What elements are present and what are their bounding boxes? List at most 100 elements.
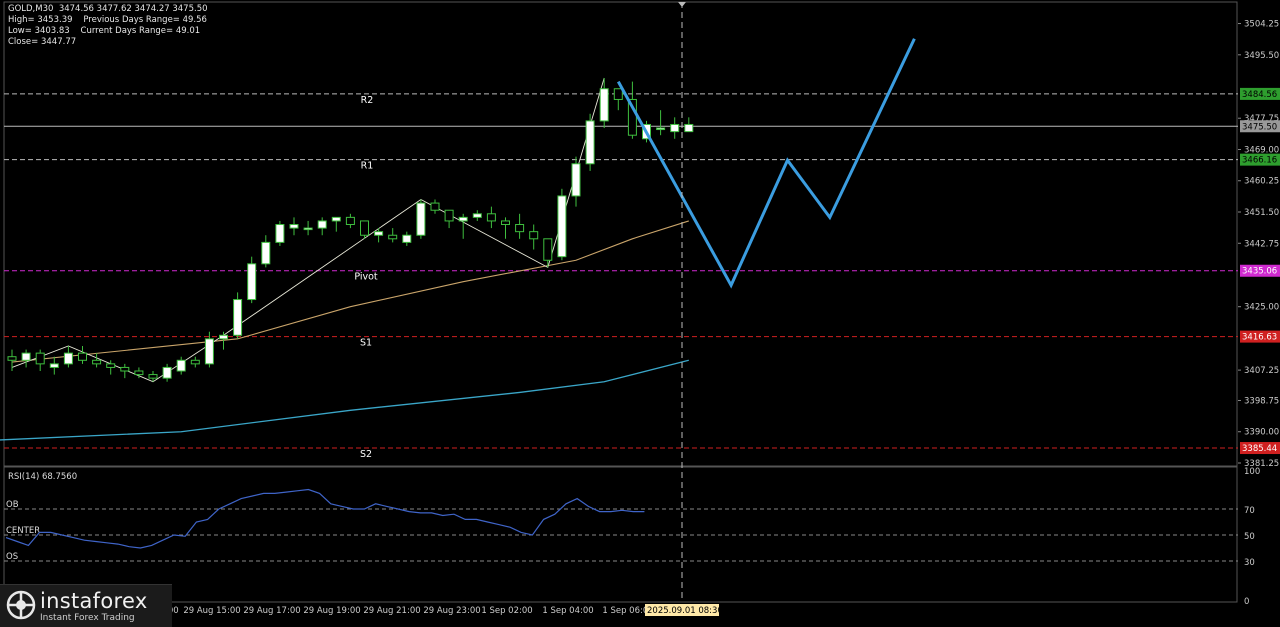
price-tick-label: 3504.25: [1244, 20, 1279, 30]
candle-body: [7, 356, 17, 361]
candle-body: [599, 88, 609, 122]
level-label-s1: S1: [360, 338, 372, 349]
candle: [275, 220, 285, 246]
time-tick-label: 29 Aug 23:00: [423, 606, 480, 616]
candle-body: [289, 224, 299, 229]
price-tag-label: 3484.56: [1242, 90, 1277, 100]
candle-body: [233, 299, 243, 336]
candle: [557, 188, 567, 261]
candle-body: [317, 220, 327, 229]
candle-body: [219, 334, 228, 340]
candle-body: [656, 127, 666, 131]
candle-body: [557, 195, 567, 258]
close-line: Close= 3447.77: [8, 37, 77, 47]
candle-body: [21, 352, 31, 361]
price-tick-label: 3460.25: [1244, 177, 1279, 187]
time-tick-label: 1 Sep 04:00: [542, 606, 593, 616]
candle-body: [543, 238, 553, 261]
rsi-level-label: OB: [6, 500, 19, 510]
cursor-time-label: 2025.09.01 08:30: [647, 606, 723, 616]
logo-tagline: Instant Forex Trading: [40, 613, 135, 623]
candle-body: [176, 359, 186, 372]
time-tick-label: 29 Aug 21:00: [363, 606, 420, 616]
level-label-pivot: Pivot: [354, 272, 378, 283]
level-label-r1: R1: [361, 161, 374, 172]
candle-body: [63, 352, 73, 365]
candle-body: [106, 363, 116, 368]
chart-canvas[interactable]: R2 R1 Pivot S1 S2 RSI(14) 68.7560 OB CENTER OS 1…: [0, 0, 1280, 626]
candle-body: [162, 366, 172, 379]
candle-body: [78, 352, 87, 361]
rsi-level-label: OS: [6, 552, 18, 562]
rsi-tick-label: 70: [1244, 506, 1255, 516]
candle-body: [402, 234, 412, 243]
candle-body: [501, 220, 510, 226]
candle-body: [458, 216, 468, 222]
price-tag-label: 3385.44: [1242, 444, 1277, 454]
price-tick-label: 3398.75: [1244, 396, 1279, 406]
level-label-r2: R2: [361, 95, 374, 106]
symbol-info-box: GOLD,M30 3474.56 3477.62 3474.27 3475.50…: [8, 4, 208, 48]
rsi-title: RSI(14) 68.7560: [8, 472, 77, 482]
candle-body: [444, 209, 454, 222]
candle-body: [529, 231, 539, 240]
candle-body: [571, 163, 581, 197]
candle-body: [120, 366, 130, 372]
candle-body: [670, 123, 680, 133]
candle: [585, 113, 595, 171]
candle-body: [416, 202, 426, 236]
candle-body: [204, 338, 214, 365]
price-tick-label: 3407.25: [1244, 366, 1279, 376]
candle-body: [134, 370, 144, 376]
candle-body: [613, 88, 623, 100]
symbol-quote-line: GOLD,M30 3474.56 3477.62 3474.27 3475.50: [8, 4, 208, 14]
time-tick-label: 29 Aug 19:00: [303, 606, 360, 616]
candle-body: [190, 359, 200, 365]
candle-body: [360, 220, 369, 236]
candle-body: [585, 120, 595, 165]
candle-body: [261, 241, 271, 265]
time-tick-label: 29 Aug 17:00: [243, 606, 300, 616]
logo-mark-icon: [6, 590, 36, 620]
candle-body: [148, 374, 158, 379]
price-tick-label: 3381.25: [1244, 459, 1279, 469]
price-tag-label: 3475.50: [1242, 122, 1277, 132]
candle-body: [472, 213, 482, 218]
time-tick-label: 29 Aug 15:00: [183, 606, 240, 616]
candle-body: [345, 216, 355, 226]
candle-body: [486, 213, 496, 222]
candle-body: [684, 123, 694, 133]
candle-body: [35, 352, 45, 365]
candle-body: [388, 234, 398, 240]
candle-body: [515, 224, 525, 233]
candle-body: [374, 231, 384, 236]
candle-body: [92, 359, 102, 365]
candle-body: [247, 263, 257, 301]
price-tag-label: 3466.16: [1242, 156, 1277, 166]
candle-body: [275, 224, 285, 243]
instaforex-logo: instaforex Instant Forex Trading: [0, 584, 172, 627]
candle: [247, 256, 257, 304]
candle-body: [49, 363, 59, 368]
time-axis: 29 Aug 13:0029 Aug 15:0029 Aug 17:0029 A…: [121, 606, 653, 616]
high-range-line: High= 3453.39 Previous Days Range= 49.56: [8, 15, 207, 25]
rsi-tick-label: 0: [1244, 597, 1249, 607]
candle: [233, 292, 243, 339]
candle-body: [430, 202, 440, 211]
rsi-level-label: CENTER: [6, 526, 40, 536]
price-tick-label: 3442.75: [1244, 239, 1279, 249]
price-tick-label: 3495.50: [1244, 51, 1279, 61]
candle-body: [331, 216, 341, 222]
price-tag-label: 3416.63: [1242, 333, 1277, 343]
price-tick-label: 3425.00: [1244, 303, 1279, 313]
rsi-tick-label: 30: [1244, 558, 1255, 568]
price-tick-label: 3451.50: [1244, 208, 1279, 218]
rsi-tick-label: 50: [1244, 532, 1255, 542]
time-tick-label: 1 Sep 02:00: [481, 606, 532, 616]
price-tick-label: 3390.00: [1244, 428, 1279, 438]
candle: [416, 199, 426, 239]
price-tag-label: 3435.06: [1242, 267, 1277, 277]
candle-body: [303, 227, 313, 231]
level-label-s2: S2: [360, 449, 372, 460]
logo-name: instaforex: [40, 589, 148, 613]
